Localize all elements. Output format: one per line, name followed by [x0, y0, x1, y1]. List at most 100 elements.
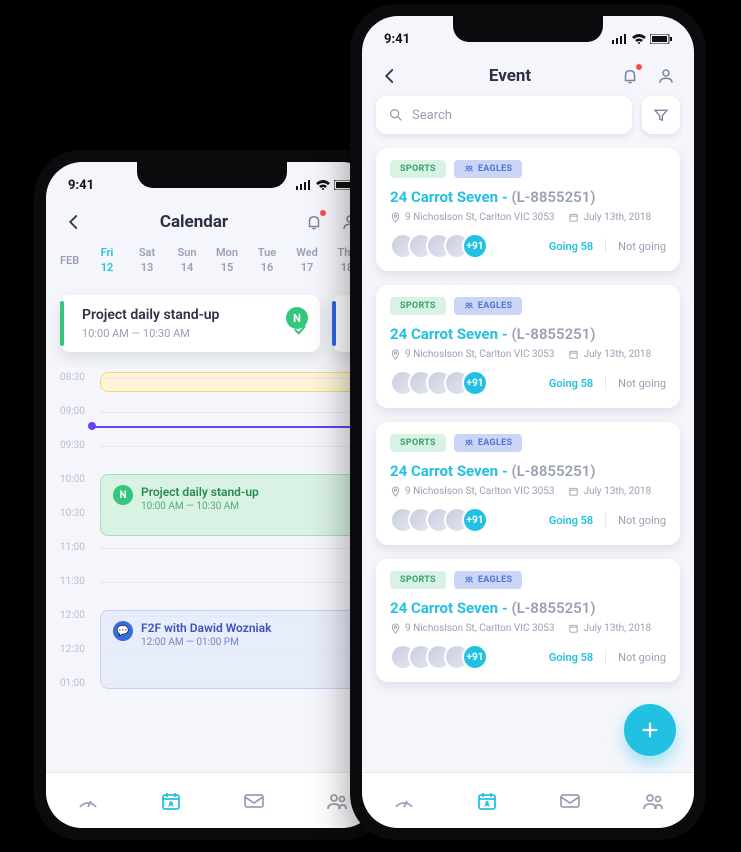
- calendar-day[interactable]: Sat13: [130, 246, 164, 274]
- timeline-row: 11:00: [60, 538, 364, 572]
- avatar-overflow[interactable]: +91: [462, 644, 488, 670]
- going-button[interactable]: Going 58: [549, 651, 593, 664]
- day-number: 15: [221, 261, 234, 274]
- event-location: 9 Nichoslson St, Carlton VIC 3053: [390, 486, 554, 497]
- nav-dashboard[interactable]: [389, 786, 419, 816]
- attendee-avatars[interactable]: +91: [390, 507, 488, 533]
- event-header: Event: [362, 52, 694, 96]
- timeline-row: 10:00: [60, 470, 364, 504]
- tag-sport[interactable]: SPORTS: [390, 434, 446, 452]
- event-name: 24 Carrot Seven: [390, 462, 498, 480]
- tag-team[interactable]: EAGLES: [454, 160, 522, 178]
- event-code: (L-8855251): [511, 462, 595, 480]
- not-going-button[interactable]: Not going: [618, 514, 666, 527]
- avatar-overflow[interactable]: +91: [462, 507, 488, 533]
- calendar-day[interactable]: Mon15: [210, 246, 244, 274]
- signal-icon: [612, 34, 628, 44]
- avatar-overflow[interactable]: +91: [462, 233, 488, 259]
- bottom-nav: [46, 772, 378, 828]
- time-label: 10:00: [60, 470, 100, 485]
- event-date: July 13th, 2018: [568, 212, 651, 223]
- not-going-button[interactable]: Not going: [618, 377, 666, 390]
- nav-dashboard[interactable]: [73, 786, 103, 816]
- notifications-button[interactable]: [304, 212, 324, 232]
- featured-event-card[interactable]: Project daily stand-up10:00 AM — 10:30 A…: [60, 295, 320, 352]
- back-button[interactable]: [380, 66, 400, 86]
- nav-calendar[interactable]: [472, 786, 502, 816]
- back-button[interactable]: [64, 212, 84, 232]
- day-number: 14: [181, 261, 194, 274]
- not-going-button[interactable]: Not going: [618, 651, 666, 664]
- event-card[interactable]: SPORTSEAGLES24 Carrot Seven - (L-8855251…: [376, 559, 680, 682]
- battery-icon: [650, 34, 672, 44]
- filter-icon: [653, 107, 669, 123]
- mail-icon: [242, 789, 266, 813]
- calendar-day[interactable]: Fri12: [90, 246, 124, 274]
- calendar-mini-icon: [568, 486, 579, 497]
- event-card[interactable]: SPORTSEAGLES24 Carrot Seven - (L-8855251…: [376, 422, 680, 545]
- add-event-button[interactable]: [624, 704, 676, 756]
- timeline-row: 12:00: [60, 606, 364, 640]
- timeline-row: 01:00: [60, 674, 364, 708]
- nav-people[interactable]: [638, 786, 668, 816]
- timeline-row: 12:30: [60, 640, 364, 674]
- signal-icon: [296, 180, 312, 190]
- calendar-day[interactable]: Sun 14: [170, 246, 204, 274]
- location-icon: [390, 486, 401, 497]
- day-number: 16: [261, 261, 274, 274]
- nav-people[interactable]: [322, 786, 352, 816]
- day-of-week: Sun: [178, 246, 197, 259]
- location-icon: [390, 349, 401, 360]
- avatar-overflow[interactable]: +91: [462, 370, 488, 396]
- event-title: Project daily stand-up: [82, 307, 306, 323]
- time-label: 12:00: [60, 606, 100, 621]
- calendar-day-strip[interactable]: FEB Fri12Sat13Sun14Mon15Tue16Wed17Thu18: [46, 242, 378, 285]
- team-icon: [464, 438, 474, 448]
- tag-team[interactable]: EAGLES: [454, 434, 522, 452]
- event-code: (L-8855251): [511, 188, 595, 206]
- day-number: 13: [141, 261, 154, 274]
- calendar-timeline[interactable]: NProject daily stand-up10:00 AM — 10:30 …: [46, 368, 378, 708]
- status-time: 9:41: [68, 178, 94, 193]
- search-placeholder: Search: [412, 108, 452, 123]
- location-icon: [390, 212, 401, 223]
- timeline-row: 09:00: [60, 402, 364, 436]
- event-name: 24 Carrot Seven: [390, 599, 498, 617]
- timeline-row: 08:30: [60, 368, 364, 402]
- tag-sport[interactable]: SPORTS: [390, 297, 446, 315]
- going-button[interactable]: Going 58: [549, 514, 593, 527]
- attendee-avatars[interactable]: +91: [390, 644, 488, 670]
- timeline-row: 11:30: [60, 572, 364, 606]
- tag-sport[interactable]: SPORTS: [390, 571, 446, 589]
- location-icon: [390, 623, 401, 634]
- calendar-mini-icon: [568, 623, 579, 634]
- team-icon: [464, 164, 474, 174]
- event-card[interactable]: SPORTSEAGLES24 Carrot Seven - (L-8855251…: [376, 285, 680, 408]
- calendar-day[interactable]: Wed17: [290, 246, 324, 274]
- notifications-button[interactable]: [620, 66, 640, 86]
- search-input[interactable]: Search: [376, 96, 632, 134]
- team-icon: [464, 575, 474, 585]
- going-button[interactable]: Going 58: [549, 377, 593, 390]
- day-number: 17: [301, 261, 314, 274]
- attendee-avatars[interactable]: +91: [390, 370, 488, 396]
- profile-button[interactable]: [656, 66, 676, 86]
- nav-mail[interactable]: [239, 786, 269, 816]
- event-list[interactable]: SPORTSEAGLES24 Carrot Seven - (L-8855251…: [362, 148, 694, 768]
- tag-team[interactable]: EAGLES: [454, 571, 522, 589]
- attendee-avatars[interactable]: +91: [390, 233, 488, 259]
- tag-team[interactable]: EAGLES: [454, 297, 522, 315]
- timeline-row: 10:30: [60, 504, 364, 538]
- nav-mail[interactable]: [555, 786, 585, 816]
- not-going-button[interactable]: Not going: [618, 240, 666, 253]
- nav-calendar[interactable]: [156, 786, 186, 816]
- filter-button[interactable]: [642, 96, 680, 134]
- calendar-day[interactable]: Tue16: [250, 246, 284, 274]
- event-date: July 13th, 2018: [568, 486, 651, 497]
- notification-dot: [320, 210, 326, 216]
- event-card[interactable]: SPORTSEAGLES24 Carrot Seven - (L-8855251…: [376, 148, 680, 271]
- featured-events-carousel[interactable]: Project daily stand-up10:00 AM — 10:30 A…: [46, 285, 378, 368]
- going-button[interactable]: Going 58: [549, 240, 593, 253]
- tag-sport[interactable]: SPORTS: [390, 160, 446, 178]
- calendar-month: FEB: [60, 246, 86, 267]
